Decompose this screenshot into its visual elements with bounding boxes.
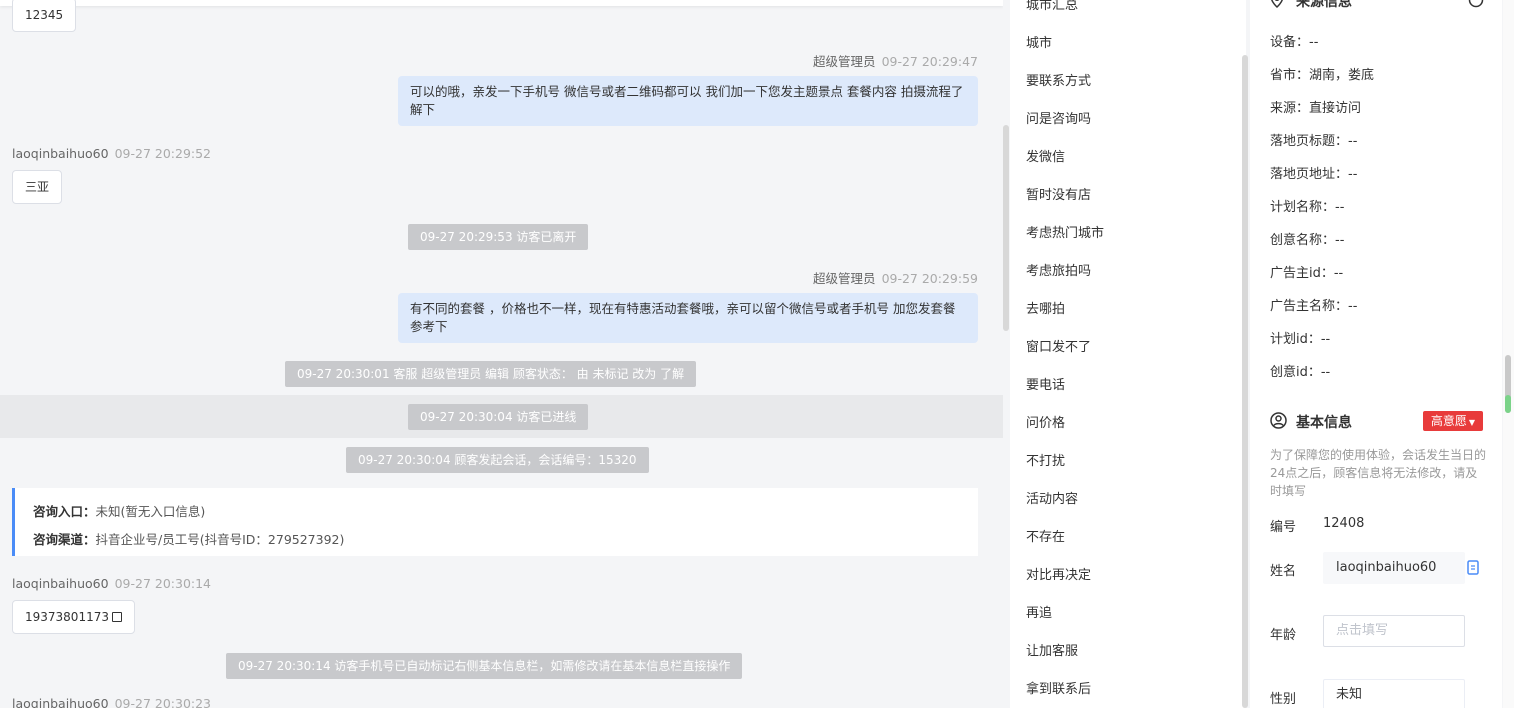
quick-reply-item[interactable]: 问价格	[1026, 412, 1065, 431]
scroll-position-indicator	[1505, 395, 1511, 413]
quick-reply-item[interactable]: 城市	[1026, 32, 1052, 51]
age-label: 年龄	[1270, 628, 1297, 643]
sender-name: laoqinbaihuo60	[12, 146, 109, 161]
chat-scrollbar[interactable]	[1003, 125, 1009, 331]
agent-message-bubble[interactable]: 有不同的套餐 ，价格也不一样，现在有特惠活动套餐哦，亲可以留个微信号或者手机号 …	[398, 293, 978, 343]
message-time: 09-27 20:29:59	[881, 271, 978, 286]
gender-value: 未知	[1336, 687, 1363, 702]
source-creative-id: 创意id：--	[1270, 365, 1331, 380]
gender-label: 性别	[1270, 692, 1297, 707]
source-advertiser-id: 广告主id：--	[1270, 266, 1344, 281]
quick-reply-item[interactable]: 考虑旅拍吗	[1026, 260, 1091, 279]
visitor-message-bubble[interactable]: 19373801173	[12, 600, 135, 634]
visitor-message-header: laoqinbaihuo60 09-27 20:30:14	[12, 576, 211, 591]
visitor-message-bubble[interactable]: 12345	[12, 0, 77, 32]
quick-reply-item[interactable]: 拿到联系后	[1026, 678, 1091, 697]
edit-icon[interactable]	[1468, 0, 1484, 8]
quick-reply-item[interactable]: 对比再决定	[1026, 564, 1091, 583]
system-notice: 09-27 20:30:14 访客手机号已自动标记右侧基本信息栏，如需修改请在基…	[226, 653, 743, 679]
quick-reply-item[interactable]: 去哪拍	[1026, 298, 1065, 317]
quick-reply-item[interactable]: 城市汇总	[1026, 0, 1078, 13]
chat-header-bar	[0, 0, 1003, 6]
message-time: 09-27 20:29:47	[881, 54, 978, 69]
page-scrollbar-track[interactable]	[1503, 0, 1514, 708]
source-origin: 来源：直接访问	[1270, 101, 1362, 116]
name-label: 姓名	[1270, 564, 1297, 579]
visitor-message-bubble[interactable]: 三亚	[12, 170, 63, 204]
edit-notice: 为了保障您的使用体验，会话发生当日的24点之后，顾客信息将无法修改，请及时填写	[1270, 448, 1487, 498]
consult-entry-value: 未知(暂无入口信息)	[95, 504, 206, 519]
name-value: laoqinbaihuo60	[1336, 560, 1437, 575]
message-time: 09-27 20:30:23	[114, 696, 212, 708]
chat-panel: 12345 超级管理员 09-27 20:29:47 可以的哦，亲发一下手机号 微…	[0, 0, 1003, 708]
quick-reply-item[interactable]: 窗口发不了	[1026, 336, 1091, 355]
consult-channel-label: 咨询渠道：	[33, 532, 96, 547]
source-plan-name: 计划名称：--	[1270, 200, 1345, 215]
quick-reply-item[interactable]: 让加客服	[1026, 640, 1078, 659]
message-time: 09-27 20:29:52	[114, 146, 212, 161]
sender-name: laoqinbaihuo60	[12, 576, 109, 591]
message-time: 09-27 20:30:14	[114, 576, 212, 591]
quick-reply-item[interactable]: 要联系方式	[1026, 70, 1091, 89]
quick-reply-item[interactable]: 不存在	[1026, 526, 1065, 545]
source-region: 省市：湖南，娄底	[1270, 68, 1375, 83]
copy-icon[interactable]	[1467, 560, 1481, 576]
source-advertiser-name: 广告主名称：--	[1270, 299, 1358, 314]
agent-message-bubble[interactable]: 可以的哦，亲发一下手机号 微信号或者二维码都可以 我们加一下您发主题景点 套餐内…	[398, 76, 978, 126]
quick-reply-list: 城市汇总 城市 要联系方式 问是咨询吗 发微信 暂时没有店 考虑热门城市 考虑旅…	[1010, 0, 1246, 708]
quick-reply-item[interactable]: 考虑热门城市	[1026, 222, 1104, 241]
basic-info-title: 基本信息	[1296, 415, 1352, 431]
copy-icon[interactable]	[111, 612, 122, 622]
source-creative-name: 创意名称：--	[1270, 233, 1345, 248]
location-pin-icon	[1271, 0, 1283, 8]
caret-down-icon: ▼	[1468, 418, 1476, 427]
consult-info-card: 咨询入口：未知(暂无入口信息) 咨询渠道：抖音企业号/员工号(抖音号ID：279…	[12, 488, 978, 556]
consult-entry-row: 咨询入口：未知(暂无入口信息)	[33, 498, 960, 526]
user-circle-icon	[1270, 412, 1287, 429]
quick-reply-item[interactable]: 问是咨询吗	[1026, 108, 1091, 127]
system-notice: 09-27 20:30:04 顾客发起会话，会话编号：15320	[346, 447, 649, 473]
customer-info-panel: 来源信息 设备：-- 省市：湖南，娄底 来源：直接访问 落地页标题：-- 落地页…	[1250, 0, 1502, 708]
source-landing-url: 落地页地址：--	[1270, 167, 1358, 182]
source-landing-title: 落地页标题：--	[1270, 134, 1358, 149]
age-field[interactable]	[1323, 615, 1465, 647]
quick-reply-item[interactable]: 发微信	[1026, 146, 1065, 165]
consult-channel-value: 抖音企业号/员工号(抖音号ID：279527392)	[95, 532, 345, 547]
consult-entry-label: 咨询入口：	[33, 504, 96, 519]
quick-reply-scrollbar[interactable]	[1242, 55, 1248, 708]
sender-name: laoqinbaihuo60	[12, 696, 109, 708]
id-value: 12408	[1323, 516, 1365, 531]
quick-reply-item[interactable]: 活动内容	[1026, 488, 1078, 507]
sender-name: 超级管理员	[813, 54, 876, 69]
system-notice: 09-27 20:30:01 客服 超级管理员 编辑 顾客状态： 由 未标记 改…	[285, 361, 697, 387]
age-input[interactable]	[1336, 623, 1456, 638]
quick-reply-item[interactable]: 要电话	[1026, 374, 1065, 393]
visitor-message-header: laoqinbaihuo60 09-27 20:29:52	[12, 146, 211, 161]
visitor-message-header: laoqinbaihuo60 09-27 20:30:23	[12, 696, 211, 708]
agent-message-header: 超级管理员 09-27 20:29:59	[813, 268, 978, 287]
intent-badge[interactable]: 高意愿 ▼	[1423, 411, 1483, 431]
consult-channel-row: 咨询渠道：抖音企业号/员工号(抖音号ID：279527392)	[33, 526, 960, 554]
quick-reply-item[interactable]: 不打扰	[1026, 450, 1065, 469]
source-plan-id: 计划id：--	[1270, 332, 1331, 347]
phone-number-text: 19373801173	[25, 610, 109, 624]
gender-select[interactable]: 未知	[1323, 679, 1465, 708]
quick-reply-item[interactable]: 再追	[1026, 602, 1052, 621]
sender-name: 超级管理员	[813, 271, 876, 286]
name-field[interactable]: laoqinbaihuo60	[1323, 552, 1465, 584]
intent-badge-label: 高意愿	[1430, 414, 1467, 428]
id-label: 编号	[1270, 520, 1297, 535]
system-notice: 09-27 20:30:04 访客已进线	[408, 404, 589, 430]
system-notice: 09-27 20:29:53 访客已离开	[408, 224, 589, 250]
source-device: 设备：--	[1270, 35, 1319, 50]
source-info-title: 来源信息	[1296, 0, 1352, 10]
agent-message-header: 超级管理员 09-27 20:29:47	[813, 51, 978, 70]
quick-reply-item[interactable]: 暂时没有店	[1026, 184, 1091, 203]
